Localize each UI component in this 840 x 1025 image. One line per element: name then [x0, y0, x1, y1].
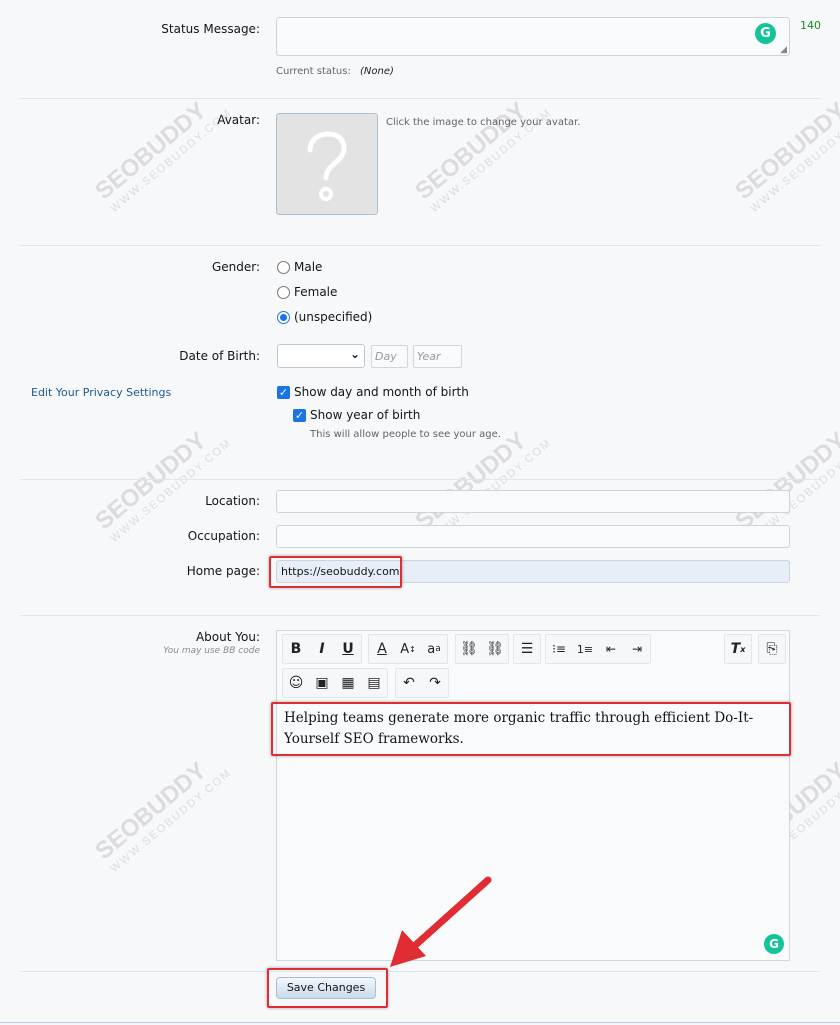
watermark: SEOBUDDYWWW.SEOBUDDY.COM: [90, 426, 235, 546]
editor[interactable]: B I U A A ↕ aa ⛓ ⛓ ☰ ⁝≡ 1≡ ⇤ ⇥ Tx ⎘ ☺ ▣ …: [276, 630, 790, 961]
gender-option-unspecified[interactable]: (unspecified): [277, 310, 372, 324]
checkbox-label: Show day and month of birth: [294, 385, 469, 399]
editor-toolbar: B I U A A ↕ aa ⛓ ⛓ ☰ ⁝≡ 1≡ ⇤ ⇥ Tx ⎘ ☺ ▣ …: [280, 634, 788, 700]
italic-icon[interactable]: I: [309, 635, 335, 663]
numbered-list-icon[interactable]: 1≡: [572, 635, 598, 663]
question-mark-icon: [307, 131, 347, 201]
grammarly-icon[interactable]: G: [755, 23, 776, 44]
font-size-icon[interactable]: A ↕: [395, 635, 421, 663]
watermark: SEOBUDDYWWW.SEOBUDDY.COM: [90, 756, 235, 876]
current-status-label: Current status:: [276, 66, 351, 77]
show-year-hint: This will allow people to see your age.: [310, 429, 501, 440]
watermark: SEOBUDDYWWW.SEOBUDDY.COM: [730, 96, 840, 216]
checkbox-label: Show year of birth: [310, 408, 421, 422]
smiley-icon[interactable]: ☺: [283, 669, 309, 697]
toolbar-group-clear: Tx: [724, 634, 752, 664]
bullet-list-icon[interactable]: ⁝≡: [546, 635, 572, 663]
redo-icon[interactable]: ↷: [422, 669, 448, 697]
gender-option-male[interactable]: Male: [277, 260, 322, 274]
dob-label: Date of Birth:: [179, 349, 260, 363]
radio-button[interactable]: [277, 285, 290, 299]
align-icon[interactable]: ☰: [514, 635, 540, 663]
toolbar-group-list: ⁝≡ 1≡ ⇤ ⇥: [545, 634, 651, 664]
indent-icon[interactable]: ⇥: [624, 635, 650, 663]
dob-year-input[interactable]: Year: [413, 345, 462, 368]
about-text[interactable]: Helping teams generate more organic traf…: [284, 708, 789, 750]
homepage-value: https://seobuddy.com: [281, 565, 400, 578]
gender-label: Gender:: [211, 260, 260, 274]
save-button[interactable]: Save Changes: [276, 977, 376, 999]
toolbar-group-insert: ☺ ▣ ▦ ▤: [282, 668, 388, 698]
dob-month-select[interactable]: ⌄: [277, 344, 365, 368]
underline-icon[interactable]: U: [335, 635, 361, 663]
radio-button[interactable]: [277, 260, 290, 274]
show-day-month-checkbox[interactable]: ✓ Show day and month of birth: [277, 385, 469, 399]
about-label: About You:: [195, 630, 260, 644]
section-divider: [20, 245, 820, 246]
avatar-label: Avatar:: [217, 113, 260, 127]
toolbar-group-source: ⎘: [758, 634, 786, 664]
location-label: Location:: [205, 494, 260, 508]
show-year-checkbox[interactable]: ✓ Show year of birth: [293, 408, 420, 422]
option-label: Female: [294, 285, 338, 299]
occupation-input[interactable]: [276, 525, 790, 548]
avatar-hint: Click the image to change your avatar.: [386, 117, 581, 128]
bold-icon[interactable]: B: [283, 635, 309, 663]
avatar-image[interactable]: [276, 113, 378, 215]
undo-icon[interactable]: ↶: [396, 669, 422, 697]
status-message-input[interactable]: ◢: [276, 17, 790, 56]
source-mode-icon[interactable]: ⎘: [759, 635, 785, 663]
arrow-annotation: [390, 876, 492, 967]
gender-option-female[interactable]: Female: [277, 285, 337, 299]
occupation-label: Occupation:: [187, 529, 260, 543]
section-divider: [20, 479, 820, 480]
chevron-down-icon: ⌄: [349, 347, 360, 361]
toolbar-group-format: B I U: [282, 634, 362, 664]
option-label: Male: [294, 260, 323, 274]
char-count: 140: [800, 19, 821, 32]
option-label: (unspecified): [294, 310, 373, 324]
toolbar-group-align: ☰: [513, 634, 541, 664]
watermark: SEOBUDDYWWW.SEOBUDDY.COM: [410, 96, 555, 216]
checkmark-icon[interactable]: ✓: [277, 385, 290, 399]
remove-format-icon[interactable]: Tx: [725, 635, 751, 663]
watermark: SEOBUDDYWWW.SEOBUDDY.COM: [90, 96, 235, 216]
quote-icon[interactable]: ▤: [361, 669, 387, 697]
unlink-icon[interactable]: ⛓: [482, 635, 508, 663]
font-family-icon[interactable]: aa: [421, 635, 447, 663]
toolbar-group-font: A A ↕ aa: [368, 634, 448, 664]
media-icon[interactable]: ▦: [335, 669, 361, 697]
dob-day-input[interactable]: Day: [371, 345, 408, 368]
font-color-icon[interactable]: A: [369, 635, 395, 663]
section-divider: [20, 615, 820, 616]
status-message-label: Status Message:: [161, 22, 260, 36]
bb-code-hint: You may use BB code: [163, 646, 260, 656]
link-icon[interactable]: ⛓: [456, 635, 482, 663]
outdent-icon[interactable]: ⇤: [598, 635, 624, 663]
homepage-label: Home page:: [186, 564, 260, 578]
privacy-settings-link[interactable]: Edit Your Privacy Settings: [31, 386, 171, 399]
toolbar-group-history: ↶ ↷: [395, 668, 449, 698]
toolbar-group-link: ⛓ ⛓: [455, 634, 509, 664]
resize-handle-icon[interactable]: ◢: [780, 45, 787, 55]
grammarly-icon[interactable]: G: [764, 934, 784, 954]
footer-divider: [0, 1022, 840, 1023]
radio-button[interactable]: [277, 310, 290, 324]
current-status-value: (None): [360, 66, 394, 77]
location-input[interactable]: [276, 490, 790, 513]
section-divider: [20, 98, 820, 99]
image-icon[interactable]: ▣: [309, 669, 335, 697]
checkmark-icon[interactable]: ✓: [293, 408, 306, 422]
